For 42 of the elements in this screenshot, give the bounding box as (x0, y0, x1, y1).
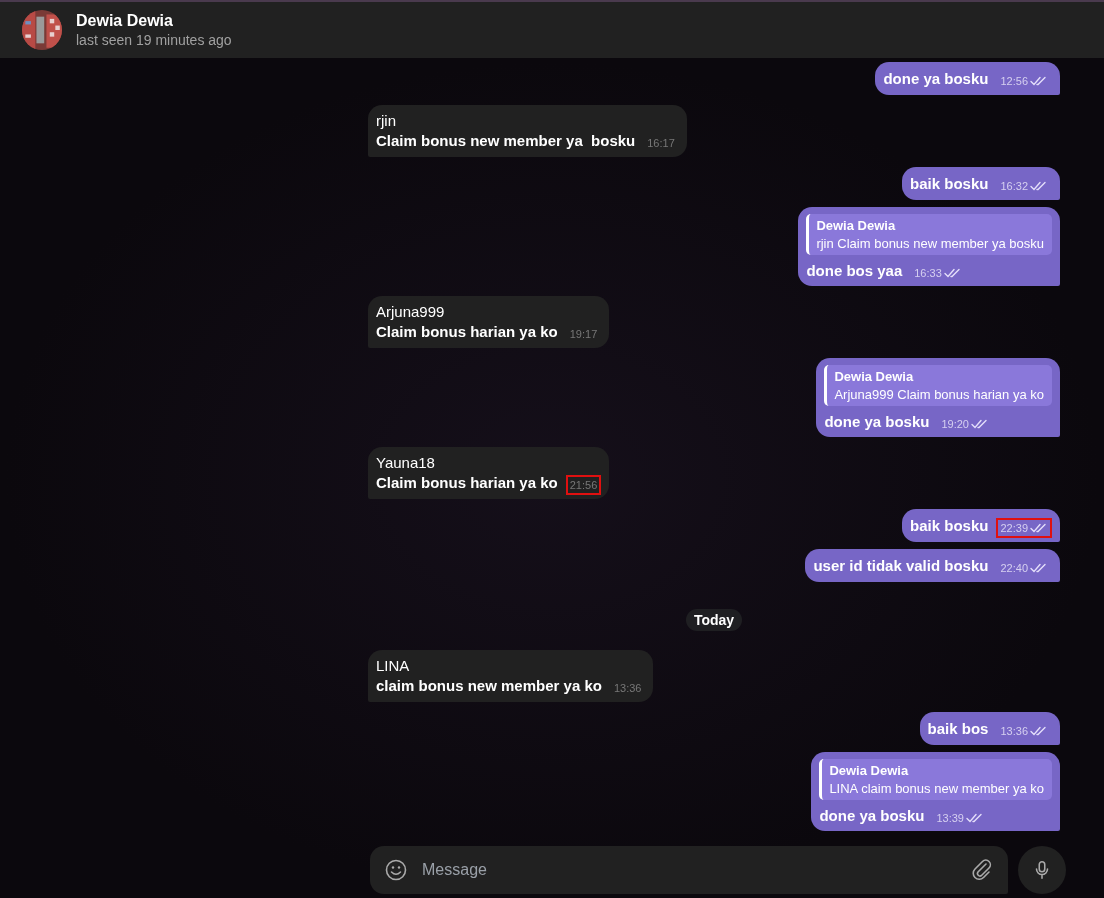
message-text: Claim bonus harian ya ko (376, 322, 558, 342)
message-text: baik bosku (910, 516, 989, 536)
sender-name: LINA (376, 656, 411, 676)
message-time: 12:56 (1000, 75, 1028, 87)
message-time: 19:20 (941, 418, 969, 430)
message-text: done ya bosku (883, 69, 989, 89)
sender-name: Arjuna999 (376, 302, 446, 322)
message-text: done ya bosku (819, 806, 925, 826)
message-time: 22:39 (1000, 522, 1028, 534)
message-time: 13:36 (613, 682, 642, 694)
message-time: 16:33 (914, 267, 942, 279)
quote-author: Dewia Dewia (816, 218, 897, 233)
quote-author: Dewia Dewia (829, 763, 910, 778)
sender-name: Yauna18 (376, 453, 436, 473)
last-seen-status: last seen 19 minutes ago (76, 32, 232, 48)
quote-author: Dewia Dewia (834, 369, 915, 384)
sender-name: rjin (376, 111, 397, 131)
date-separator: Today (685, 609, 743, 631)
message-text: done bos yaa (806, 261, 903, 281)
paperclip-icon[interactable] (970, 858, 994, 882)
message-time: 19:17 (569, 328, 598, 340)
message-text: done ya bosku (824, 412, 930, 432)
message-input-field[interactable]: Message (420, 860, 958, 880)
message-text: user id tidak valid bosku (813, 556, 989, 576)
message-text: baik bosku (910, 174, 989, 194)
message-time: 13:36 (1000, 725, 1028, 737)
message-text: Claim bonus new member ya bosku (376, 131, 636, 151)
quote-text: Arjuna999 Claim bonus harian ya ko (834, 387, 1044, 402)
message-composer[interactable]: Message (370, 846, 1008, 894)
message-text: baik bos (927, 719, 989, 739)
message-time: 22:40 (1000, 562, 1028, 574)
message-time: 13:39 (936, 812, 964, 824)
message-time: 21:56 (569, 479, 598, 491)
message-text: Claim bonus harian ya ko (376, 473, 558, 493)
quote-text: rjin Claim bonus new member ya bosku (816, 236, 1044, 251)
quote-text: LINA claim bonus new member ya ko (829, 781, 1044, 796)
microphone-button[interactable] (1018, 846, 1066, 894)
message-text: claim bonus new member ya ko (376, 676, 602, 696)
contact-name: Dewia Dewia (76, 12, 174, 30)
emoji-icon[interactable] (384, 858, 408, 882)
message-time: 16:32 (1000, 180, 1028, 192)
message-time: 16:17 (647, 137, 675, 149)
